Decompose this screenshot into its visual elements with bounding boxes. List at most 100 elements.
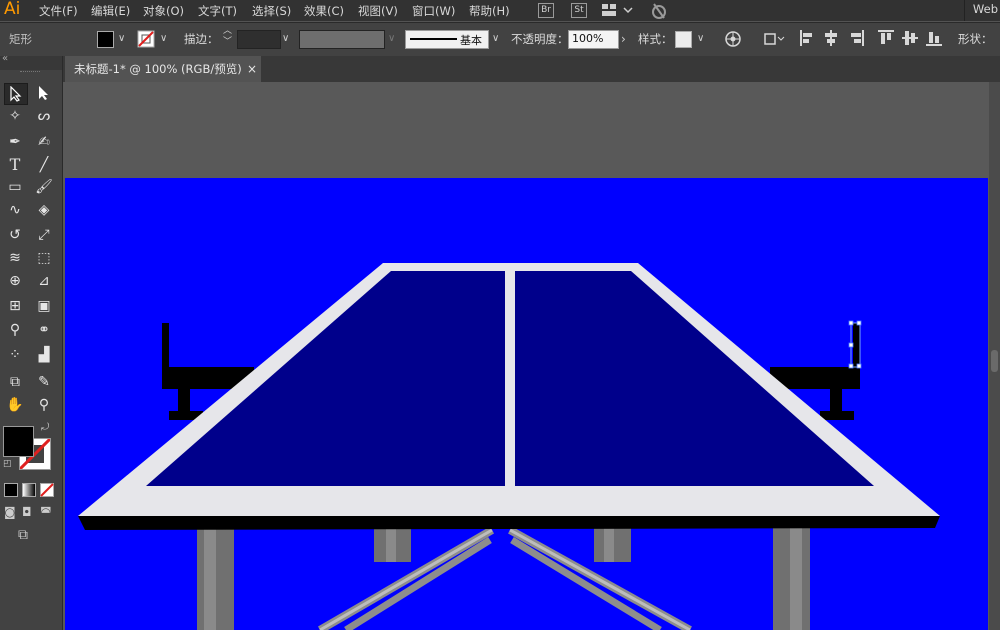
- chevron-down-icon[interactable]: ∨: [492, 33, 499, 44]
- transform-icon[interactable]: [762, 30, 788, 48]
- eyedropper-tool-icon[interactable]: ⚲: [4, 320, 26, 340]
- menu-file[interactable]: 文件(F): [39, 3, 78, 19]
- direct-selection-tool-icon[interactable]: [33, 83, 55, 103]
- symbol-sprayer-tool-icon[interactable]: ⁘: [4, 345, 26, 365]
- style-label: 样式：: [638, 32, 673, 46]
- document-tab[interactable]: 未标题-1* @ 100% (RGB/预览) ×: [65, 56, 261, 82]
- selection-tool-icon[interactable]: [4, 83, 28, 105]
- rotate-tool-icon[interactable]: ↺: [4, 225, 26, 245]
- stock-icon[interactable]: St: [571, 3, 587, 18]
- width-tool-icon[interactable]: ≋: [4, 248, 26, 268]
- scrollbar-thumb[interactable]: [991, 350, 998, 372]
- screen-mode-icon[interactable]: ⧉: [18, 527, 28, 543]
- selection-handle: [856, 320, 862, 326]
- stepper-icon[interactable]: ︿ ﹀: [223, 26, 232, 48]
- pen-tool-icon[interactable]: ✒: [4, 132, 26, 152]
- align-left-icon: [800, 30, 812, 46]
- line-segment-tool-icon[interactable]: ╱: [33, 155, 55, 175]
- draw-behind-icon[interactable]: ◘: [22, 505, 32, 519]
- none-mode-icon[interactable]: [40, 483, 54, 497]
- blend-tool-icon[interactable]: ⚭: [33, 320, 55, 340]
- menu-type[interactable]: 文字(T): [198, 3, 237, 19]
- type-tool-icon[interactable]: T: [4, 155, 26, 175]
- opacity-label: 不透明度：: [511, 32, 569, 46]
- swap-colors-icon[interactable]: ⤾: [41, 422, 49, 433]
- artboard[interactable]: [65, 178, 988, 630]
- table-leg-highlight: [204, 528, 216, 630]
- magic-wand-tool-icon[interactable]: ✧: [4, 106, 26, 126]
- panel-grip[interactable]: [20, 71, 40, 74]
- chevron-down-icon[interactable]: ∨: [282, 33, 289, 44]
- fill-swatch[interactable]: [97, 31, 114, 48]
- gradient-mode-icon[interactable]: [22, 483, 36, 497]
- draw-normal-icon[interactable]: ◙: [4, 505, 16, 519]
- chevron-right-icon[interactable]: ›: [621, 32, 626, 46]
- lasso-tool-icon[interactable]: ᔕ: [33, 106, 55, 126]
- slice-tool-icon[interactable]: ✎: [33, 372, 55, 392]
- shape-builder-tool-icon[interactable]: ⊕: [4, 271, 26, 291]
- selection-handle: [848, 342, 854, 348]
- table-leg-highlight: [386, 526, 396, 562]
- collapse-panel-icon[interactable]: «: [2, 53, 8, 64]
- arrange-documents-icon[interactable]: [602, 3, 634, 17]
- curvature-tool-icon[interactable]: ✍: [33, 132, 55, 152]
- menu-object[interactable]: 对象(O): [143, 3, 184, 19]
- gradient-tool-icon[interactable]: ▣: [33, 296, 55, 316]
- align-middle-icon: [902, 31, 918, 45]
- artboard-tool-icon[interactable]: ⧉: [4, 372, 26, 392]
- graphic-style-swatch[interactable]: [675, 31, 692, 48]
- control-bar: 矩形 ∨ ∨ 描边： ︿ ﹀ ∨ ∨ 基本 ∨ 不透明度： 100% › 样式： …: [0, 22, 1000, 57]
- mesh-tool-icon[interactable]: ⊞: [4, 296, 26, 316]
- table-top-edge: [78, 516, 940, 530]
- column-graph-tool-icon[interactable]: ▟: [33, 345, 55, 365]
- chevron-down-icon[interactable]: ∨: [697, 33, 704, 44]
- document-tab-title: 未标题-1* @ 100% (RGB/预览): [74, 62, 242, 76]
- table-leg-highlight: [790, 528, 802, 630]
- menu-effect[interactable]: 效果(C): [304, 3, 344, 19]
- menu-help[interactable]: 帮助(H): [469, 3, 510, 19]
- shape-label-right: 形状：: [958, 32, 993, 46]
- align-center-icon: [825, 30, 837, 46]
- gpu-performance-icon[interactable]: [648, 2, 670, 19]
- shaper-tool-icon[interactable]: ∿: [4, 200, 26, 220]
- menu-edit[interactable]: 编辑(E): [91, 3, 130, 19]
- hand-tool-icon[interactable]: ✋: [4, 395, 26, 415]
- chevron-down-icon[interactable]: ∨: [388, 33, 395, 44]
- menu-bar: Ai 文件(F) 编辑(E) 对象(O) 文字(T) 选择(S) 效果(C) 视…: [0, 0, 1000, 21]
- brush-definition-field[interactable]: 基本: [405, 30, 489, 49]
- opacity-field[interactable]: 100%: [568, 30, 619, 49]
- table-leg-highlight: [604, 526, 614, 562]
- shape-label: 矩形: [9, 32, 32, 46]
- menu-select[interactable]: 选择(S): [252, 3, 291, 19]
- zoom-tool-icon[interactable]: ⚲: [33, 395, 55, 415]
- bridge-icon[interactable]: Br: [538, 3, 554, 18]
- selection-handle: [848, 363, 854, 369]
- align-right-icon: [851, 30, 864, 46]
- menu-view[interactable]: 视图(V): [358, 3, 398, 19]
- perspective-grid-tool-icon[interactable]: ⊿: [33, 271, 55, 291]
- recolor-artwork-icon[interactable]: [725, 31, 741, 47]
- rectangle-tool-icon[interactable]: ▭: [4, 177, 26, 197]
- brush-stroke-preview: [410, 38, 457, 40]
- chevron-down-icon[interactable]: ∨: [118, 33, 125, 44]
- menu-window[interactable]: 窗口(W): [412, 3, 455, 19]
- workspace-switcher[interactable]: Web: [963, 0, 1000, 21]
- fill-color-box[interactable]: [3, 426, 34, 457]
- free-transform-tool-icon[interactable]: ⬚: [33, 248, 55, 268]
- align-icons[interactable]: [798, 29, 948, 49]
- scale-tool-icon[interactable]: ⤢: [33, 225, 55, 245]
- draw-inside-icon[interactable]: ◚: [40, 505, 52, 519]
- align-top-icon: [878, 30, 894, 44]
- stroke-swatch[interactable]: [137, 30, 155, 48]
- paintbrush-tool-icon[interactable]: 🖌: [33, 177, 55, 197]
- color-mode-icon[interactable]: [4, 483, 18, 497]
- vertical-scrollbar[interactable]: [989, 82, 1000, 630]
- eraser-tool-icon[interactable]: ◈: [33, 200, 55, 220]
- default-colors-icon[interactable]: ◰: [3, 459, 12, 469]
- table-tennis-illustration: [65, 178, 988, 630]
- brush-name: 基本: [460, 34, 482, 47]
- chevron-down-icon[interactable]: ∨: [160, 33, 167, 44]
- close-tab-icon[interactable]: ×: [247, 56, 257, 82]
- variable-width-field[interactable]: [299, 30, 385, 49]
- stroke-weight-field[interactable]: [237, 30, 281, 49]
